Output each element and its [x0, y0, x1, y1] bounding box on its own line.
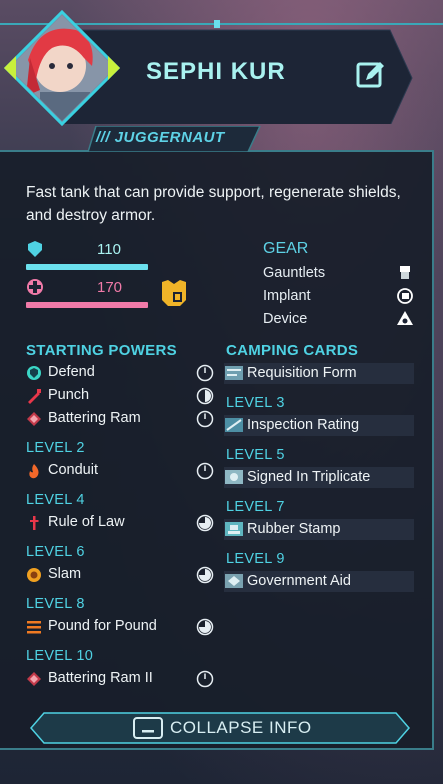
power-rule-of-law[interactable]: Rule of Law — [26, 513, 216, 533]
level-label: LEVEL 4 — [26, 492, 85, 508]
character-description: Fast tank that can provide support, rege… — [26, 184, 401, 224]
cooldown-clock-icon — [196, 410, 214, 428]
requisition-form-icon — [225, 366, 243, 380]
rule-of-law-icon — [30, 516, 39, 530]
cooldown-clock-icon — [196, 566, 214, 584]
class-label: /// JUGGERNAUT — [96, 129, 225, 146]
level-label: LEVEL 2 — [26, 440, 85, 456]
card-label: Requisition Form — [247, 365, 357, 381]
health-bar — [26, 302, 148, 308]
inspection-rating-icon — [225, 418, 243, 432]
power-slam[interactable]: Slam — [26, 565, 216, 585]
cooldown-clock-icon — [196, 618, 214, 636]
power-label: Conduit — [48, 462, 98, 478]
level-label: LEVEL 6 — [26, 544, 85, 560]
power-label: Pound for Pound — [48, 618, 157, 634]
level-label: LEVEL 3 — [226, 395, 285, 411]
power-label: Battering Ram — [48, 410, 141, 426]
card-label: Government Aid — [247, 573, 351, 589]
card-label: Inspection Rating — [247, 417, 360, 433]
signed-triplicate-icon — [225, 470, 243, 484]
gear-item-implant: Implant — [263, 288, 311, 304]
rubber-stamp-icon — [225, 522, 243, 536]
gear-item-gauntlets: Gauntlets — [263, 265, 326, 281]
health-value: 170 — [97, 279, 123, 296]
card-label: Signed In Triplicate — [247, 469, 371, 485]
character-name: SEPHI KUR — [146, 58, 286, 85]
conduit-icon — [29, 464, 39, 479]
device-icon — [397, 311, 413, 325]
shield-value: 110 — [97, 241, 121, 258]
cooldown-clock-icon — [196, 514, 214, 532]
power-label: Battering Ram II — [48, 670, 153, 686]
gear-title: GEAR — [263, 240, 309, 257]
cooldown-clock-icon — [196, 462, 214, 480]
starting-powers-title: STARTING POWERS — [26, 342, 177, 359]
next-character-arrow — [108, 56, 120, 80]
card-inspection-rating[interactable]: Inspection Rating — [224, 415, 414, 436]
power-pound-for-pound[interactable]: Pound for Pound — [26, 617, 216, 637]
cooldown-clock-icon — [196, 364, 214, 382]
edit-icon[interactable] — [356, 60, 386, 90]
character-portrait — [3, 9, 121, 127]
level-label: LEVEL 5 — [226, 447, 285, 463]
health-cross-icon — [27, 279, 43, 295]
pound-icon — [27, 621, 41, 634]
cooldown-clock-icon — [196, 670, 214, 688]
power-battering-ram[interactable]: Battering Ram — [26, 409, 216, 429]
battering-ram-icon — [27, 672, 41, 686]
card-government-aid[interactable]: Government Aid — [224, 571, 414, 592]
power-defend[interactable]: Defend — [26, 363, 216, 383]
power-label: Defend — [48, 364, 95, 380]
power-label: Punch — [48, 387, 90, 403]
level-label: LEVEL 9 — [226, 551, 285, 567]
shield-bar — [26, 264, 148, 270]
power-label: Slam — [48, 566, 82, 582]
camping-cards-title: CAMPING CARDS — [226, 342, 359, 359]
level-label: LEVEL 10 — [26, 648, 94, 664]
collapse-info-label[interactable]: COLLAPSE INFO — [170, 718, 312, 738]
power-label: Rule of Law — [48, 514, 125, 530]
card-label: Rubber Stamp — [247, 521, 341, 537]
power-conduit[interactable]: Conduit — [26, 461, 216, 481]
slam-icon — [27, 568, 41, 582]
implant-icon — [397, 288, 413, 304]
card-requisition-form[interactable]: Requisition Form — [224, 363, 414, 384]
level-label: LEVEL 7 — [226, 499, 285, 515]
battering-ram-icon — [27, 412, 41, 426]
gauntlet-icon — [400, 266, 410, 279]
prev-character-arrow — [4, 56, 16, 80]
cooldown-clock-icon — [196, 387, 214, 405]
government-aid-icon — [225, 574, 243, 588]
level-label: LEVEL 8 — [26, 596, 85, 612]
punch-icon — [28, 389, 41, 404]
power-punch[interactable]: Punch — [26, 386, 216, 406]
shield-icon — [28, 241, 42, 257]
armor-badge-icon — [162, 280, 186, 306]
gear-item-device: Device — [263, 311, 308, 327]
card-signed-in-triplicate[interactable]: Signed In Triplicate — [224, 467, 414, 488]
power-battering-ram-ii[interactable]: Battering Ram II — [26, 669, 216, 689]
defend-icon — [27, 366, 41, 380]
card-rubber-stamp[interactable]: Rubber Stamp — [224, 519, 414, 540]
